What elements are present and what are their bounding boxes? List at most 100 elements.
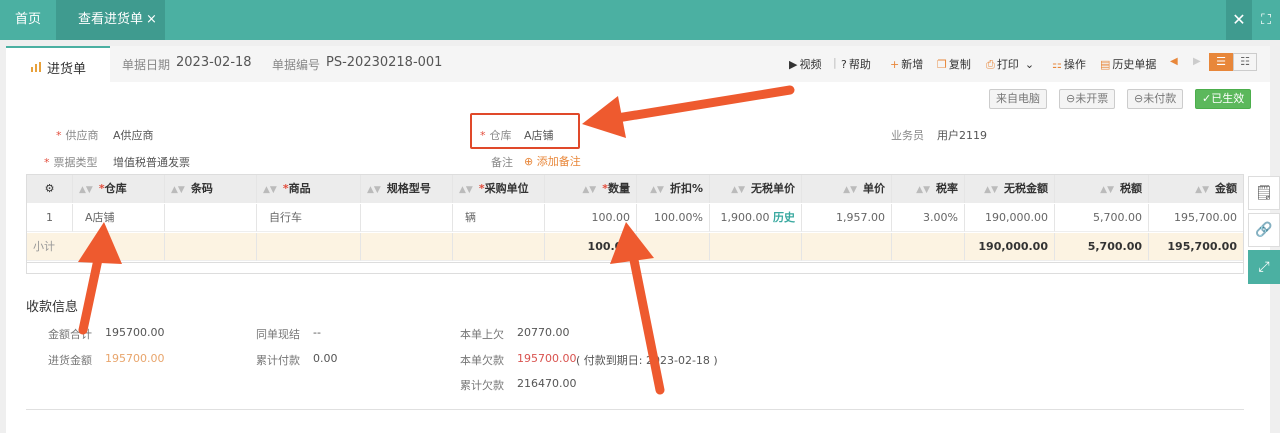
effective-status-badge: ✓已生效 (1195, 89, 1252, 109)
close-window-icon[interactable]: ✕ (1226, 0, 1252, 40)
subtotal-amount: 195,700.00 (1149, 233, 1243, 261)
col-header-discount[interactable]: ▲▼ 折扣% (637, 175, 710, 203)
close-tab-icon[interactable]: × (146, 0, 157, 40)
subtotal-blank (257, 233, 361, 261)
play-icon: ▶ (789, 58, 798, 71)
invoice-status-badge: ⊖未开票 (1059, 89, 1116, 109)
card-view-icon[interactable]: ☷ (1233, 53, 1257, 71)
chevron-down-icon: ⌄ (1024, 58, 1035, 71)
cum-owed-value: 216470.00 (517, 377, 577, 390)
prev-arrow-icon[interactable]: ◀ (1170, 56, 1178, 67)
invoice-type-value[interactable]: 增值税普通发票 (113, 154, 190, 170)
price-history-link[interactable]: 历史 (773, 211, 795, 224)
date-value: 2023-02-18 (176, 55, 252, 70)
subtotal-qty: 100.00 (545, 233, 637, 261)
col-header-price-ex-tax[interactable]: ▲▼ 无税单价 (710, 175, 802, 203)
column-settings-icon[interactable]: ⚙ (27, 175, 73, 203)
col-header-unit[interactable]: ▲▼ *采购单位 (453, 175, 545, 203)
subtotal-blank (361, 233, 453, 261)
history-button[interactable]: ▤ 历史单据 (1100, 56, 1156, 72)
cell-product[interactable]: 自行车 (257, 204, 361, 232)
toolbar-divider: | (833, 56, 837, 69)
tab-home[interactable]: 首页 (0, 0, 56, 40)
check-icon: ✓ (1202, 92, 1212, 105)
next-arrow-icon[interactable]: ▶ (1193, 56, 1201, 67)
remark-label: 备注 (491, 156, 513, 169)
cell-discount[interactable]: 100.00% (637, 204, 710, 232)
fullscreen-icon[interactable]: ⛶ (1256, 0, 1276, 40)
expand-icon[interactable]: ⤢ (1248, 250, 1280, 284)
cell-price-ex-tax[interactable]: 1,900.00 历史 (710, 204, 802, 232)
document-icon: ▤ (1100, 58, 1111, 71)
col-header-warehouse[interactable]: ▲▼ *仓库 (73, 175, 165, 203)
section-divider (26, 409, 1244, 410)
doc-tab-label: 进货单 (47, 62, 87, 77)
cell-tax-rate[interactable]: 3.00% (892, 204, 965, 232)
subtotal-blank (453, 233, 545, 261)
list-view-icon[interactable]: ☰ (1209, 53, 1233, 71)
col-header-tax[interactable]: ▲▼ 税额 (1055, 175, 1149, 203)
print-button[interactable]: ⎙ 打印 ⌄ (986, 56, 1034, 72)
supplier-value[interactable]: A供应商 (113, 127, 154, 143)
cell-unit[interactable]: 辆 (453, 204, 545, 232)
cell-warehouse[interactable]: A店铺 (73, 204, 165, 232)
copy-icon: ❐ (937, 58, 947, 71)
chart-icon (30, 61, 42, 76)
warehouse-highlight-box (470, 113, 580, 149)
salesman-value[interactable]: 用户2119 (937, 127, 987, 143)
owed-due-note: ( 付款到期日: 2023-02-18 ) (576, 354, 718, 367)
add-button[interactable]: + 新增 (890, 56, 923, 72)
same-bill-value: -- (313, 326, 321, 339)
invoice-type-label: * 票据类型 (44, 156, 98, 169)
printer-icon: ⎙ (986, 58, 995, 71)
cell-amount[interactable]: 195,700.00 (1149, 204, 1243, 232)
subtotal-blank (802, 233, 892, 261)
help-button[interactable]: ? 帮助 (841, 56, 871, 72)
purchase-amount-value: 195700.00 (105, 352, 165, 365)
subtotal-tax: 5,700.00 (1055, 233, 1149, 261)
copy-button[interactable]: ❐ 复制 (937, 56, 971, 72)
date-label: 单据日期 (122, 58, 171, 72)
col-header-amount-ex-tax[interactable]: ▲▼ 无税金额 (965, 175, 1055, 203)
number-value: PS-20230218-001 (326, 55, 443, 70)
note-icon[interactable]: 🗒 (1248, 176, 1280, 210)
col-header-barcode[interactable]: ▲▼ 条码 (165, 175, 257, 203)
subtotal-blank (637, 233, 710, 261)
table-footer-scroll[interactable] (27, 262, 1243, 273)
cell-qty[interactable]: 100.00 (545, 204, 637, 232)
plus-circle-icon: ⊕ (524, 155, 534, 168)
top-tab-bar (0, 0, 1280, 40)
col-header-qty[interactable]: ▲▼ *数量 (545, 175, 637, 203)
cell-amount-ex-tax[interactable]: 190,000.00 (965, 204, 1055, 232)
row-index: 1 (27, 204, 73, 232)
subtotal-blank (892, 233, 965, 261)
items-table: ⚙ ▲▼ *仓库 ▲▼ 条码 ▲▼ *商品 ▲▼ 规格型号 ▲▼ *采购单位 ▲▼ *数量 … (26, 174, 1244, 274)
minus-icon: ⊖ (1066, 92, 1076, 105)
help-icon: ? (841, 58, 847, 71)
plus-icon: + (890, 58, 900, 71)
cell-barcode[interactable] (165, 204, 257, 232)
cell-price[interactable]: 1,957.00 (802, 204, 892, 232)
subtotal-blank (710, 233, 802, 261)
link-icon[interactable]: 🔗 (1248, 213, 1280, 247)
prev-owed-label: 本单上欠 (460, 328, 504, 341)
doc-tab[interactable]: 进货单 (6, 46, 110, 82)
col-header-tax-rate[interactable]: ▲▼ 税率 (892, 175, 965, 203)
total-value: 195700.00 (105, 326, 165, 339)
same-bill-label: 同单现结 (256, 328, 300, 341)
cum-owed-label: 累计欠款 (460, 379, 504, 392)
payment-status-badge: ⊖未付款 (1127, 89, 1184, 109)
video-button[interactable]: ▶ 视频 (789, 56, 821, 72)
operate-button[interactable]: ⚏ 操作 (1052, 56, 1086, 72)
purchase-amount-label: 进货金额 (48, 354, 92, 367)
cell-spec[interactable] (361, 204, 453, 232)
prev-owed-value: 20770.00 (517, 326, 570, 339)
col-header-amount[interactable]: ▲▼ 金额 (1149, 175, 1243, 203)
add-remark-link[interactable]: ⊕ 添加备注 (524, 153, 581, 169)
subtotal-amount-ex-tax: 190,000.00 (965, 233, 1055, 261)
col-header-price[interactable]: ▲▼ 单价 (802, 175, 892, 203)
cell-tax[interactable]: 5,700.00 (1055, 204, 1149, 232)
col-header-spec[interactable]: ▲▼ 规格型号 (361, 175, 453, 203)
col-header-product[interactable]: ▲▼ *商品 (257, 175, 361, 203)
cum-paid-label: 累计付款 (256, 354, 300, 367)
